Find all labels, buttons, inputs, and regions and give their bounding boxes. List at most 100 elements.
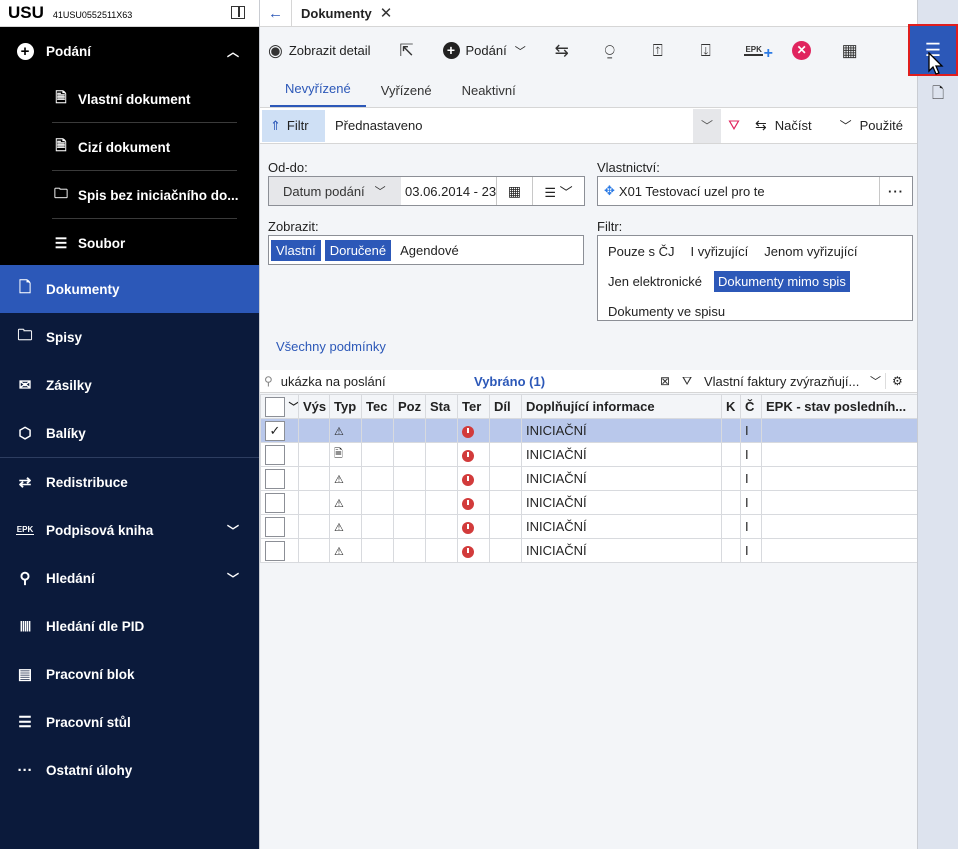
import-icon[interactable]: ⍗ xyxy=(694,39,718,63)
column-header[interactable]: Díl xyxy=(489,394,522,419)
selected-count[interactable]: Vybráno (1) xyxy=(474,374,654,389)
sidebar-item-redistribuce[interactable]: ⇄ Redistribuce xyxy=(0,458,259,506)
chip-i-vyrizujici[interactable]: I vyřizující xyxy=(686,241,752,262)
chip-mimo-spis[interactable]: Dokumenty mimo spis xyxy=(713,271,850,292)
sidebar-item-label: Hledání dle PID xyxy=(46,618,145,634)
table-row[interactable]: ⚠ INICIAČNÍ I xyxy=(260,514,919,539)
swap-icon[interactable]: ⇆ xyxy=(550,39,574,63)
chevron-down-icon[interactable]: ﹀ xyxy=(693,108,721,143)
close-icon[interactable]: ✕ xyxy=(380,4,393,22)
table-row[interactable]: ⚠ INICIAČNÍ I xyxy=(260,466,919,491)
row-checkbox[interactable]: ✓ xyxy=(265,420,285,441)
table-row[interactable]: 🗎 INICIAČNÍ I xyxy=(260,442,919,467)
column-header[interactable]: Ter xyxy=(457,394,490,419)
chevron-down-icon: ﹀ xyxy=(870,376,881,388)
row-checkbox[interactable] xyxy=(265,468,285,489)
clear-filter-icon[interactable]: ⛛ xyxy=(721,117,747,134)
sidebar-item-pracovni-blok[interactable]: ▤ Pracovní blok xyxy=(0,650,259,698)
column-header[interactable]: Doplňující informace xyxy=(521,394,722,419)
sidebar-item-zasilky[interactable]: ✉ Zásilky xyxy=(0,361,259,409)
row-checkbox[interactable] xyxy=(265,540,285,561)
chip-pouze-cj[interactable]: Pouze s ČJ xyxy=(604,241,678,262)
user-assign-icon[interactable]: ⍜ xyxy=(598,39,622,63)
row-checkbox[interactable] xyxy=(265,516,285,537)
sidebar-item-hledani[interactable]: ⚲ Hledání ﹀ xyxy=(0,554,259,602)
tab-dokumenty[interactable]: Dokumenty xyxy=(301,6,372,21)
column-header[interactable]: Sta xyxy=(425,394,458,419)
row-checkbox[interactable] xyxy=(265,444,285,465)
sidebar-subitem-soubor[interactable]: ☰ Soubor xyxy=(0,219,259,267)
table-row[interactable]: ⚠ INICIAČNÍ I xyxy=(260,538,919,563)
sidebar-item-ostatni-ulohy[interactable]: ··· Ostatní úlohy xyxy=(0,746,259,794)
open-external-icon[interactable]: ⇱ xyxy=(395,39,419,63)
folder-icon: 🗀 xyxy=(17,326,33,344)
tab-neaktivni[interactable]: Neaktivní xyxy=(447,83,531,107)
all-conditions-link[interactable]: Všechny podmínky xyxy=(276,339,386,354)
column-header[interactable]: Poz xyxy=(393,394,426,419)
more-icon[interactable]: ··· xyxy=(879,177,912,205)
load-button[interactable]: ⇆ Načíst xyxy=(755,117,812,134)
filter-toggle-button[interactable]: ⇑ Filtr xyxy=(262,109,325,142)
chip-jen-elektronicke[interactable]: Jen elektronické xyxy=(604,271,706,292)
row-checkbox[interactable] xyxy=(265,492,285,513)
tab-vyrizene[interactable]: Vyřízené xyxy=(366,83,447,107)
date-type-select[interactable]: Datum podání ﹀ xyxy=(269,177,401,205)
chip-vlastni[interactable]: Vlastní xyxy=(271,239,321,261)
calendar-add-icon[interactable]: ▦ xyxy=(838,39,862,63)
podani-dropdown-button[interactable]: + Podání ﹀ xyxy=(442,42,526,59)
chip-dorucene[interactable]: Doručené xyxy=(324,239,392,261)
sidebar-subitem-spis[interactable]: 🗀 Spis bez iniciačního do... xyxy=(0,171,259,219)
collapse-sidebar-icon[interactable] xyxy=(231,6,245,19)
sidebar-item-baliky[interactable]: ⬡ Balíky xyxy=(0,409,259,457)
excel-export-icon[interactable]: ⊠ xyxy=(654,374,676,388)
grid-search-input[interactable]: ukázka na poslání xyxy=(281,374,386,389)
sidebar-item-hledani-pid[interactable]: ||||| Hledání dle PID xyxy=(0,602,259,650)
display-options: Vlastní Doručené Agendové xyxy=(268,235,584,265)
show-detail-button[interactable]: ◉ Zobrazit detail xyxy=(268,41,371,61)
plus-icon: + xyxy=(442,42,460,59)
epk-add-icon[interactable]: EPK xyxy=(742,39,774,63)
sidebar-item-podpisova-kniha[interactable]: EPK Podpisová kniha ﹀ xyxy=(0,506,259,554)
column-header[interactable]: Tec xyxy=(361,394,394,419)
table-row[interactable]: ⚠ INICIAČNÍ I xyxy=(260,490,919,515)
grid-search[interactable]: ⚲ ukázka na poslání xyxy=(260,374,470,389)
sidebar-item-label: Podání xyxy=(46,43,92,59)
cancel-icon[interactable]: ✕ xyxy=(790,39,814,63)
grid-preset-select[interactable]: Vlastní faktury zvýrazňují... ﹀ xyxy=(704,373,886,389)
row-info: INICIAČNÍ xyxy=(521,466,722,491)
sidebar-item-podani[interactable]: + Podání ︿ xyxy=(0,27,259,75)
filter-preset-value[interactable]: Přednastaveno xyxy=(335,118,693,133)
ownership-value: X01 Testovací uzel pro te xyxy=(618,183,765,199)
gear-icon[interactable]: ⚙ xyxy=(892,374,903,388)
date-range-input[interactable]: 03.06.2014 - 23 xyxy=(401,177,497,205)
select-all-header[interactable]: ﹀ xyxy=(260,394,299,419)
sidebar-item-dokumenty[interactable]: 🗋 Dokumenty xyxy=(0,265,259,313)
export-icon[interactable]: ⍐ xyxy=(646,39,670,63)
list-icon: ☰ xyxy=(18,714,32,731)
document-in-icon: 🗎 xyxy=(55,137,67,153)
column-header[interactable]: Výs xyxy=(298,394,330,419)
chip-agendove[interactable]: Agendové xyxy=(395,240,464,261)
filter-icon[interactable]: ⛛ xyxy=(676,374,698,389)
sidebar-item-spisy[interactable]: 🗀 Spisy xyxy=(0,313,259,361)
column-header[interactable]: Typ xyxy=(329,394,362,419)
column-header[interactable]: EPK - stav posledníh... xyxy=(761,394,919,419)
column-header[interactable]: Č xyxy=(740,394,762,419)
used-button[interactable]: ﹀ Použité xyxy=(840,117,903,134)
document-search-icon[interactable]: 🗋 xyxy=(927,84,949,106)
chip-jenom-vyrizujici[interactable]: Jenom vyřizující xyxy=(760,241,861,262)
sidebar-item-pracovni-stul[interactable]: ☰ Pracovní stůl xyxy=(0,698,259,746)
select-all-checkbox[interactable] xyxy=(265,396,285,417)
chip-ve-spisu[interactable]: Dokumenty ve spisu xyxy=(604,301,729,322)
row-c: I xyxy=(740,490,762,515)
column-header[interactable]: K xyxy=(721,394,741,419)
menu-dropdown-icon[interactable]: ☰ ﹀ xyxy=(533,177,584,205)
back-arrow-icon[interactable]: ← xyxy=(260,0,292,27)
sidebar-subitem-cizi-dokument[interactable]: 🗎 Cizí dokument xyxy=(0,123,259,171)
tab-nevyrizene[interactable]: Nevyřízené xyxy=(270,81,366,107)
table-row[interactable]: ✓ ⚠ INICIAČNÍ I xyxy=(260,418,919,443)
ownership-field[interactable]: ✥ X01 Testovací uzel pro te ··· xyxy=(597,176,913,206)
document-warning-icon: ⚠ xyxy=(334,522,344,534)
calendar-icon[interactable]: ▦ xyxy=(497,177,533,205)
sidebar-subitem-vlastni-dokument[interactable]: 🗎 Vlastní dokument xyxy=(0,75,259,123)
